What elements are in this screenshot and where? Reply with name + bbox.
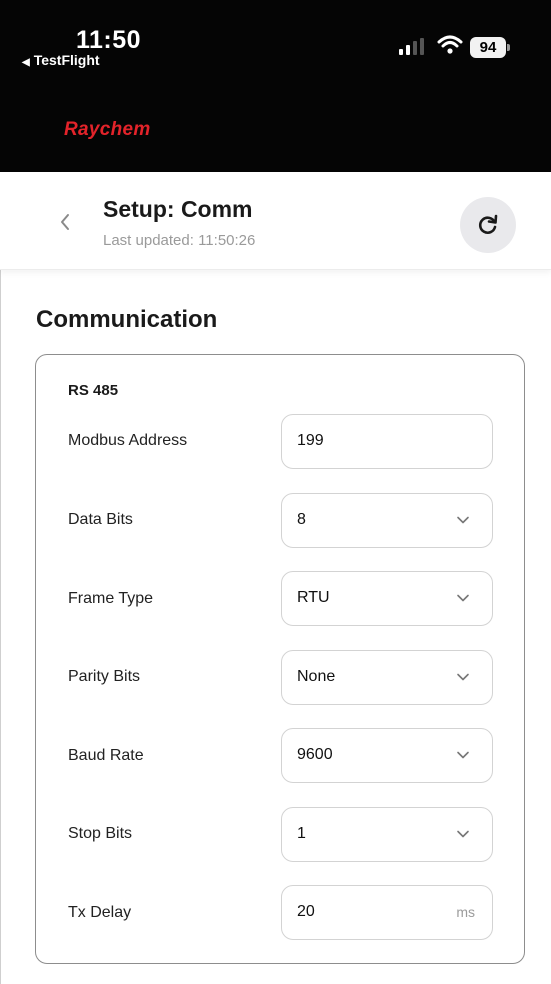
section-title: Communication bbox=[36, 306, 218, 333]
status-bar: 11:50 ◀ TestFlight 94 Raychem bbox=[0, 0, 551, 172]
tx-delay-label: Tx Delay bbox=[68, 904, 132, 921]
baud-rate-label: Baud Rate bbox=[68, 747, 144, 764]
modbus-address-label: Modbus Address bbox=[68, 432, 188, 449]
chevron-down-icon bbox=[457, 594, 469, 602]
last-updated-text: Last updated: 11:50:26 bbox=[103, 232, 256, 249]
tx-delay-value: 20 bbox=[297, 903, 315, 920]
baud-rate-select[interactable]: 9600 bbox=[281, 728, 493, 783]
battery-level: 94 bbox=[470, 37, 506, 58]
data-bits-value: 8 bbox=[297, 511, 306, 528]
stop-bits-select[interactable]: 1 bbox=[281, 807, 493, 862]
refresh-icon bbox=[478, 214, 498, 234]
parity-bits-label: Parity Bits bbox=[68, 668, 141, 685]
data-bits-label: Data Bits bbox=[68, 511, 133, 528]
card-title: RS 485 bbox=[68, 382, 119, 399]
parity-bits-value: None bbox=[297, 668, 336, 685]
modbus-address-input[interactable]: 199 bbox=[281, 414, 493, 469]
refresh-button[interactable] bbox=[460, 197, 516, 253]
chevron-down-icon bbox=[457, 673, 469, 681]
frame-type-value: RTU bbox=[297, 589, 330, 606]
wifi-icon bbox=[437, 35, 463, 54]
page-header: Setup: Comm Last updated: 11:50:26 bbox=[0, 172, 551, 270]
tx-delay-input[interactable]: 20 ms bbox=[281, 885, 493, 940]
baud-rate-value: 9600 bbox=[297, 746, 333, 763]
screen-edge bbox=[0, 172, 4, 984]
modbus-address-value: 199 bbox=[297, 432, 324, 449]
back-triangle-icon: ◀ bbox=[22, 57, 30, 68]
stop-bits-value: 1 bbox=[297, 825, 306, 842]
tx-delay-unit: ms bbox=[456, 904, 475, 920]
rs485-card: RS 485 Modbus Address 199 Data Bits 8 Fr… bbox=[35, 354, 525, 964]
cellular-signal-icon bbox=[399, 38, 424, 55]
battery-tip bbox=[507, 44, 510, 51]
back-to-app-link[interactable]: ◀ TestFlight bbox=[22, 52, 100, 68]
status-time: 11:50 bbox=[76, 26, 142, 54]
frame-type-select[interactable]: RTU bbox=[281, 571, 493, 626]
brand-logo: Raychem bbox=[64, 119, 151, 140]
back-chevron-icon[interactable] bbox=[56, 210, 76, 234]
chevron-down-icon bbox=[457, 830, 469, 838]
back-app-label: TestFlight bbox=[33, 52, 100, 68]
data-bits-select[interactable]: 8 bbox=[281, 493, 493, 548]
page-title: Setup: Comm bbox=[103, 196, 253, 222]
chevron-down-icon bbox=[457, 751, 469, 759]
chevron-down-icon bbox=[457, 516, 469, 524]
parity-bits-select[interactable]: None bbox=[281, 650, 493, 705]
frame-type-label: Frame Type bbox=[68, 590, 154, 607]
stop-bits-label: Stop Bits bbox=[68, 825, 133, 842]
